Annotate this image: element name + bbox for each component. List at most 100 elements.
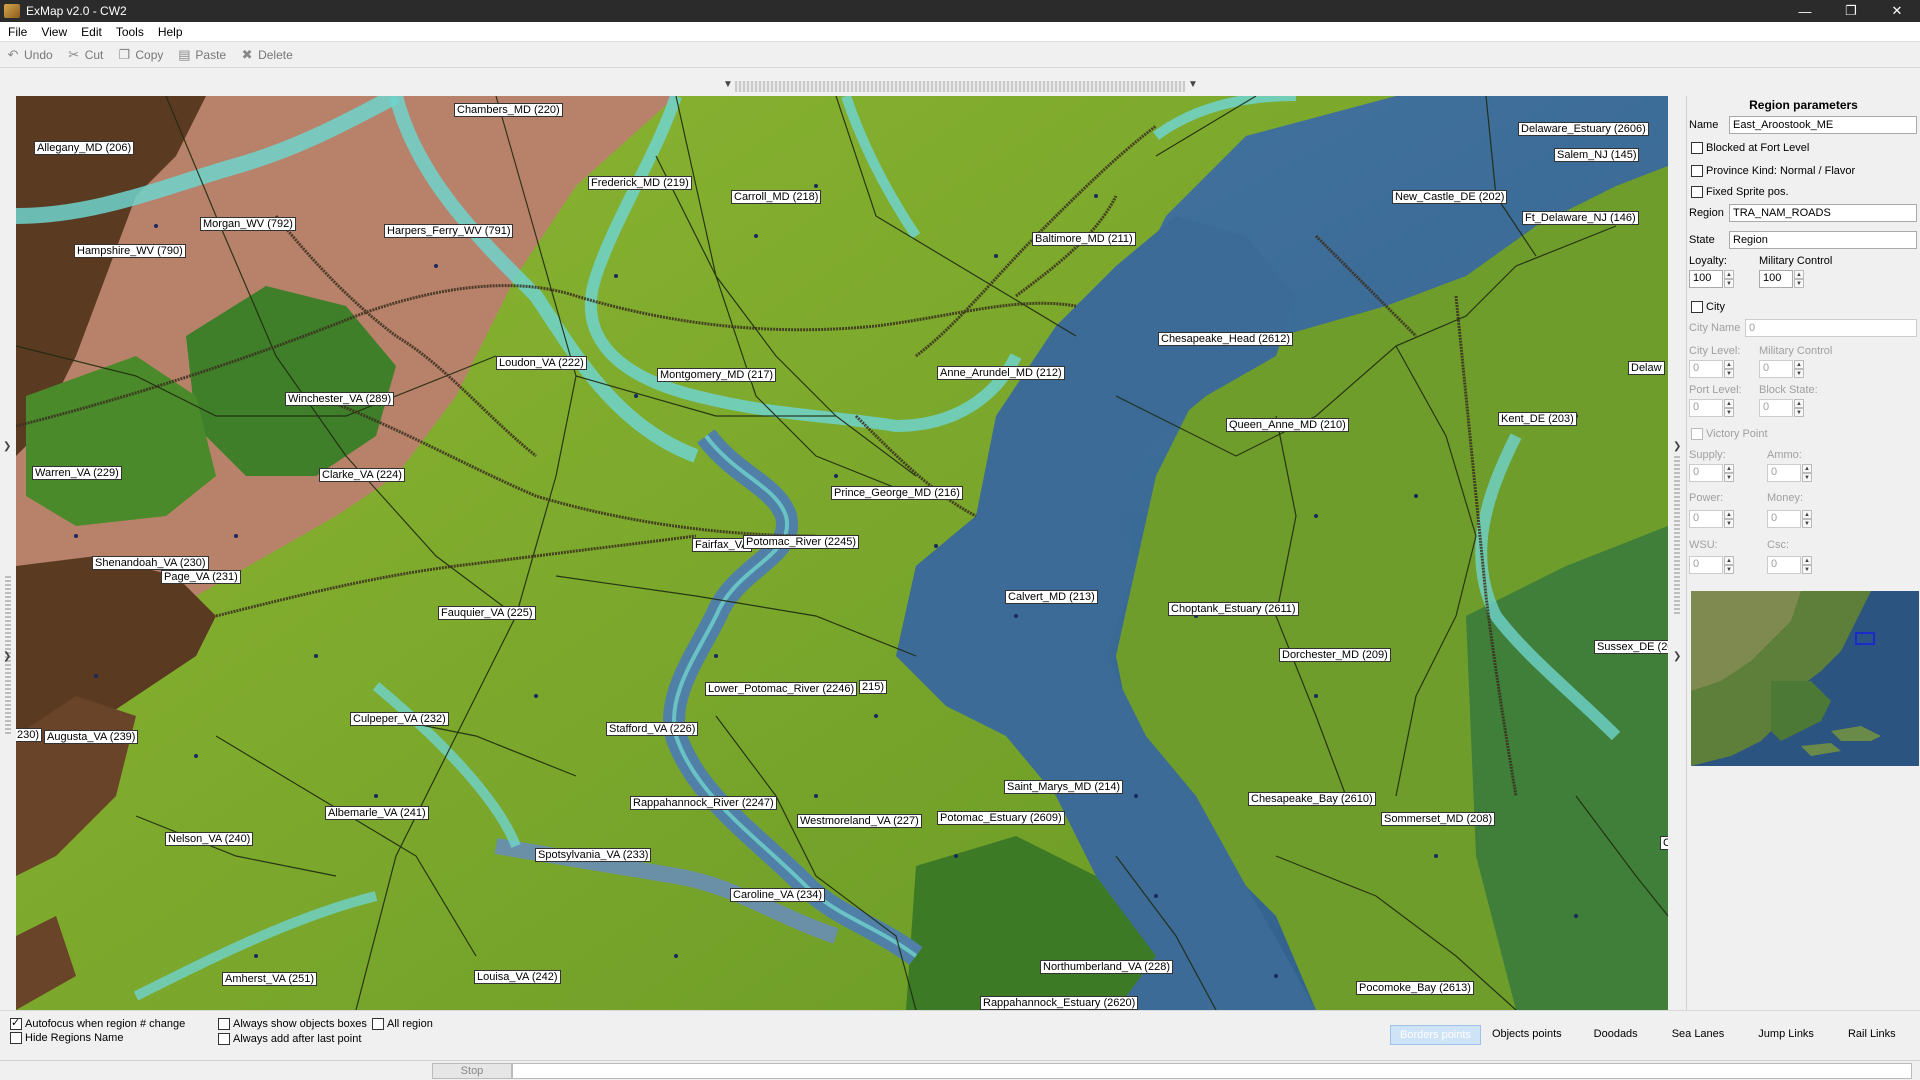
military-up-icon[interactable]: ▲ [1794, 270, 1804, 279]
always-add-checkbox[interactable] [218, 1033, 230, 1045]
loyalty-spinbox[interactable]: 100 [1689, 270, 1723, 288]
menu-tools[interactable]: Tools [108, 25, 150, 39]
map-region-label[interactable]: Albemarle_VA (241) [325, 806, 429, 820]
map-region-label[interactable]: Montgomery_MD (217) [657, 368, 777, 382]
map-region-label[interactable]: Potomac_River (2245) [743, 535, 860, 549]
autofocus-checkbox[interactable] [10, 1016, 22, 1030]
stop-button[interactable]: Stop [432, 1063, 512, 1079]
undo-button[interactable]: ↶ Undo [0, 47, 61, 62]
right-splitter[interactable]: ❯ ❯ [1668, 96, 1686, 1010]
map-region-label[interactable]: Chesapeake_Bay (2610) [1248, 792, 1376, 806]
victory-point-checkbox[interactable] [1691, 428, 1703, 440]
spin-down-icon[interactable]: ▼ [1802, 519, 1812, 528]
city-name-input[interactable] [1745, 319, 1917, 337]
paste-button[interactable]: ▤ Paste [171, 47, 234, 62]
cut-button[interactable]: ✂ Cut [61, 47, 112, 62]
map-region-label[interactable]: Ft_Delaware_NJ (146) [1522, 211, 1639, 225]
map-region-label[interactable]: Dorchester_MD (209) [1279, 648, 1391, 662]
left-arrow-icon[interactable]: ❯ [3, 651, 11, 662]
spin-down-icon[interactable]: ▼ [1794, 408, 1804, 417]
tab-sea-lanes[interactable]: Sea Lanes [1663, 1025, 1734, 1045]
spin-up-icon[interactable]: ▲ [1802, 556, 1812, 565]
map-region-label[interactable]: Augusta_VA (239) [44, 730, 139, 744]
map-region-label[interactable]: Caroline_VA (234) [730, 888, 826, 902]
spin-down-icon[interactable]: ▼ [1724, 473, 1734, 482]
spin-down-icon[interactable]: ▼ [1724, 369, 1734, 378]
map-region-label[interactable]: Rappahannock_Estuary (2620) [980, 996, 1139, 1010]
map-region-label[interactable]: Calvert_MD (213) [1005, 590, 1098, 604]
region-input[interactable] [1729, 204, 1917, 222]
map-region-label[interactable]: Salem_NJ (145) [1554, 148, 1640, 162]
map-region-label[interactable]: Sussex_DE (20 [1594, 640, 1668, 654]
spin-up-icon[interactable]: ▲ [1724, 360, 1734, 369]
maximize-button[interactable]: ❐ [1828, 0, 1874, 22]
map-region-label[interactable]: Northumberland_VA (228) [1040, 960, 1173, 974]
spin-up-icon[interactable]: ▲ [1724, 510, 1734, 519]
top-splitter-handle[interactable] [735, 81, 1185, 92]
map-region-label[interactable]: Saint_Marys_MD (214) [1004, 780, 1124, 794]
map-region-label[interactable]: Harpers_Ferry_WV (791) [384, 224, 514, 238]
blocked-checkbox[interactable] [1691, 142, 1703, 154]
ammo-spinbox[interactable]: 0 [1767, 464, 1801, 482]
map-region-label[interactable]: Queen_Anne_MD (210) [1226, 418, 1349, 432]
map-region-label[interactable]: New_Castle_DE (202) [1392, 190, 1508, 204]
wsu-spinbox[interactable]: 0 [1689, 556, 1723, 574]
map-region-label[interactable]: Prince_George_MD (216) [831, 486, 963, 500]
map-region-label[interactable]: Clarke_VA (224) [319, 468, 405, 482]
menu-file[interactable]: File [0, 25, 33, 39]
map-region-label[interactable]: Westmoreland_VA (227) [797, 814, 922, 828]
province-kind-checkbox[interactable] [1691, 165, 1703, 177]
spin-up-icon[interactable]: ▲ [1724, 399, 1734, 408]
tab-objects-points[interactable]: Objects points [1483, 1025, 1571, 1045]
map-region-label[interactable]: C [1660, 836, 1668, 850]
map-region-label[interactable]: Culpeper_VA (232) [350, 712, 449, 726]
money-spinbox[interactable]: 0 [1767, 510, 1801, 528]
power-spinbox[interactable]: 0 [1689, 510, 1723, 528]
close-button[interactable]: ✕ [1874, 0, 1920, 22]
map-region-label[interactable]: Delaware_Estuary (2606) [1518, 122, 1649, 136]
hide-names-checkbox[interactable] [10, 1032, 22, 1044]
map-region-label[interactable]: Shenandoah_VA (230) [92, 556, 209, 570]
map-region-label[interactable]: Frederick_MD (219) [588, 176, 692, 190]
map-region-label[interactable]: Winchester_VA (289) [285, 392, 395, 406]
map-region-label[interactable]: Baltimore_MD (211) [1032, 232, 1136, 246]
military-down-icon[interactable]: ▼ [1794, 279, 1804, 288]
map-region-label[interactable]: Hampshire_WV (790) [74, 244, 186, 258]
name-input[interactable] [1729, 116, 1917, 134]
right-arrow-icon[interactable]: ❯ [1673, 651, 1681, 662]
spin-up-icon[interactable]: ▲ [1802, 510, 1812, 519]
map-region-label[interactable]: Stafford_VA (226) [606, 722, 699, 736]
supply-spinbox[interactable]: 0 [1689, 464, 1723, 482]
tab-borders-points[interactable]: Borders points [1390, 1025, 1481, 1045]
menu-edit[interactable]: Edit [73, 25, 108, 39]
city-military-spinbox[interactable]: 0 [1759, 360, 1793, 378]
copy-button[interactable]: ❐ Copy [111, 47, 171, 62]
map-region-label[interactable]: Louisa_VA (242) [474, 970, 561, 984]
spin-up-icon[interactable]: ▲ [1724, 556, 1734, 565]
tab-doodads[interactable]: Doodads [1585, 1025, 1647, 1045]
map-region-label[interactable]: Morgan_WV (792) [200, 217, 296, 231]
always-show-checkbox[interactable] [218, 1018, 230, 1030]
map-region-label[interactable]: 215) [859, 680, 888, 694]
spin-down-icon[interactable]: ▼ [1724, 408, 1734, 417]
all-region-checkbox[interactable] [372, 1018, 384, 1030]
map-region-label[interactable]: 230) [16, 728, 43, 742]
map-region-label[interactable]: Carroll_MD (218) [731, 190, 822, 204]
loyalty-down-icon[interactable]: ▼ [1724, 279, 1734, 288]
delete-button[interactable]: ✖ Delete [234, 47, 301, 62]
spin-down-icon[interactable]: ▼ [1724, 519, 1734, 528]
spin-down-icon[interactable]: ▼ [1794, 369, 1804, 378]
spin-down-icon[interactable]: ▼ [1724, 565, 1734, 574]
tab-jump-links[interactable]: Jump Links [1749, 1025, 1823, 1045]
minimap[interactable] [1691, 591, 1919, 766]
map-region-label[interactable]: Delaw [1628, 361, 1665, 375]
map-region-label[interactable]: Kent_DE (203) [1498, 412, 1577, 426]
map-region-label[interactable]: Fauquier_VA (225) [438, 606, 536, 620]
map-region-label[interactable]: Potomac_Estuary (2609) [937, 811, 1065, 825]
expand-top-arrow-icon[interactable]: ▼ [1188, 79, 1198, 90]
spin-down-icon[interactable]: ▼ [1802, 565, 1812, 574]
map-region-label[interactable]: Page_VA (231) [161, 570, 241, 584]
map-region-label[interactable]: Warren_VA (229) [32, 466, 122, 480]
spin-up-icon[interactable]: ▲ [1794, 399, 1804, 408]
minimize-button[interactable]: — [1782, 0, 1828, 22]
